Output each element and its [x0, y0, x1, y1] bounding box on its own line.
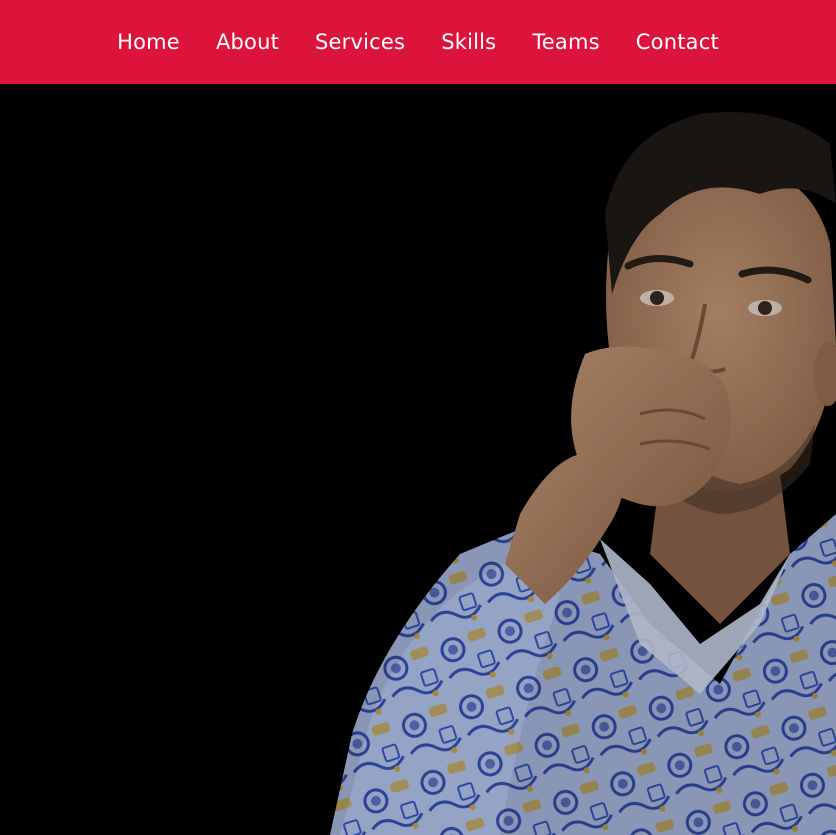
top-navigation-bar: Home About Services Skills Teams Contact — [0, 0, 836, 84]
hero-section — [0, 84, 836, 835]
nav-link-skills[interactable]: Skills — [441, 31, 496, 53]
nav-link-contact[interactable]: Contact — [636, 31, 719, 53]
nav-link-about[interactable]: About — [216, 31, 279, 53]
nav-link-home[interactable]: Home — [117, 31, 180, 53]
nav-link-services[interactable]: Services — [315, 31, 405, 53]
portrait-photo — [0, 84, 836, 835]
nav-link-teams[interactable]: Teams — [532, 31, 599, 53]
